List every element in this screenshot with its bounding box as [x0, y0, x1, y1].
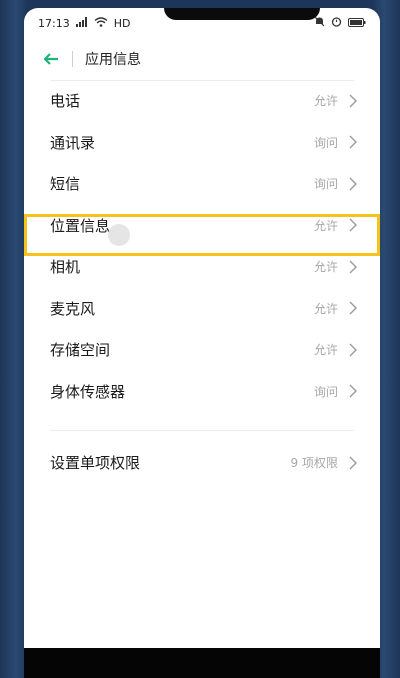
permission-label: 麦克风: [50, 299, 96, 318]
mute-icon: [314, 16, 325, 30]
permission-value: 允许: [313, 94, 338, 109]
section-divider: [50, 430, 354, 431]
settings-value: 9 项权限: [290, 456, 338, 470]
status-bar: 17:13 HD: [24, 8, 380, 38]
permission-list: 电话 允许 通讯录 询问 短信 询问 位置信息 允许 相机 允许 麦克风 允许 …: [24, 80, 380, 412]
permission-row-body-sensors[interactable]: 身体传感器 询问: [24, 371, 380, 413]
permission-label: 身体传感器: [50, 382, 126, 401]
network-label: HD: [113, 16, 131, 30]
permission-row-phone[interactable]: 电话 允许: [24, 80, 380, 122]
chevron-right-icon: [349, 384, 357, 398]
permission-value: 询问: [313, 384, 338, 399]
permission-label: 位置信息: [50, 216, 111, 235]
navigation-bar: [24, 648, 380, 678]
individual-permissions-row[interactable]: 设置单项权限 9 项权限: [24, 442, 380, 483]
permission-label: 电话: [50, 92, 81, 111]
settings-label: 设置单项权限: [50, 454, 141, 472]
back-arrow-icon[interactable]: [40, 48, 62, 70]
permission-row-camera[interactable]: 相机 允许: [24, 246, 380, 288]
status-left: 17:13 HD: [38, 16, 131, 30]
permission-value: 允许: [313, 260, 338, 275]
permission-value: 允许: [313, 218, 338, 233]
permission-label: 通讯录: [50, 133, 96, 152]
permission-label: 相机: [50, 258, 81, 277]
header-divider: [72, 51, 73, 67]
permission-value: 允许: [313, 301, 338, 316]
chevron-right-icon: [349, 177, 357, 191]
alarm-icon: [331, 16, 342, 30]
signal-icon: [75, 16, 88, 30]
status-time: 17:13: [38, 16, 70, 30]
chevron-right-icon: [349, 135, 357, 149]
permission-row-storage[interactable]: 存储空间 允许: [24, 329, 380, 371]
wifi-icon: [94, 16, 108, 30]
app-header: 应用信息: [24, 38, 380, 80]
permission-row-microphone[interactable]: 麦克风 允许: [24, 288, 380, 330]
screen: 17:13 HD 应用信息 电话 允许 通讯录 询问 短信 询问 位置信息 允许…: [24, 8, 380, 648]
permission-value: 允许: [313, 343, 338, 358]
permission-value: 询问: [313, 135, 338, 150]
phone-frame: 17:13 HD 应用信息 电话 允许 通讯录 询问 短信 询问 位置信息 允许…: [0, 0, 400, 678]
permission-label: 存储空间: [50, 341, 111, 360]
chevron-right-icon: [349, 218, 357, 232]
permission-row-location[interactable]: 位置信息 允许: [24, 205, 380, 247]
chevron-right-icon: [349, 456, 357, 469]
permission-value: 询问: [313, 177, 338, 192]
chevron-right-icon: [349, 94, 357, 108]
battery-icon: [348, 17, 366, 30]
chevron-right-icon: [349, 343, 357, 357]
permission-row-contacts[interactable]: 通讯录 询问: [24, 122, 380, 164]
page-title: 应用信息: [85, 52, 141, 68]
status-right: [314, 16, 366, 30]
chevron-right-icon: [349, 260, 357, 274]
permission-row-sms[interactable]: 短信 询问: [24, 163, 380, 205]
chevron-right-icon: [349, 301, 357, 315]
permission-label: 短信: [50, 175, 81, 194]
